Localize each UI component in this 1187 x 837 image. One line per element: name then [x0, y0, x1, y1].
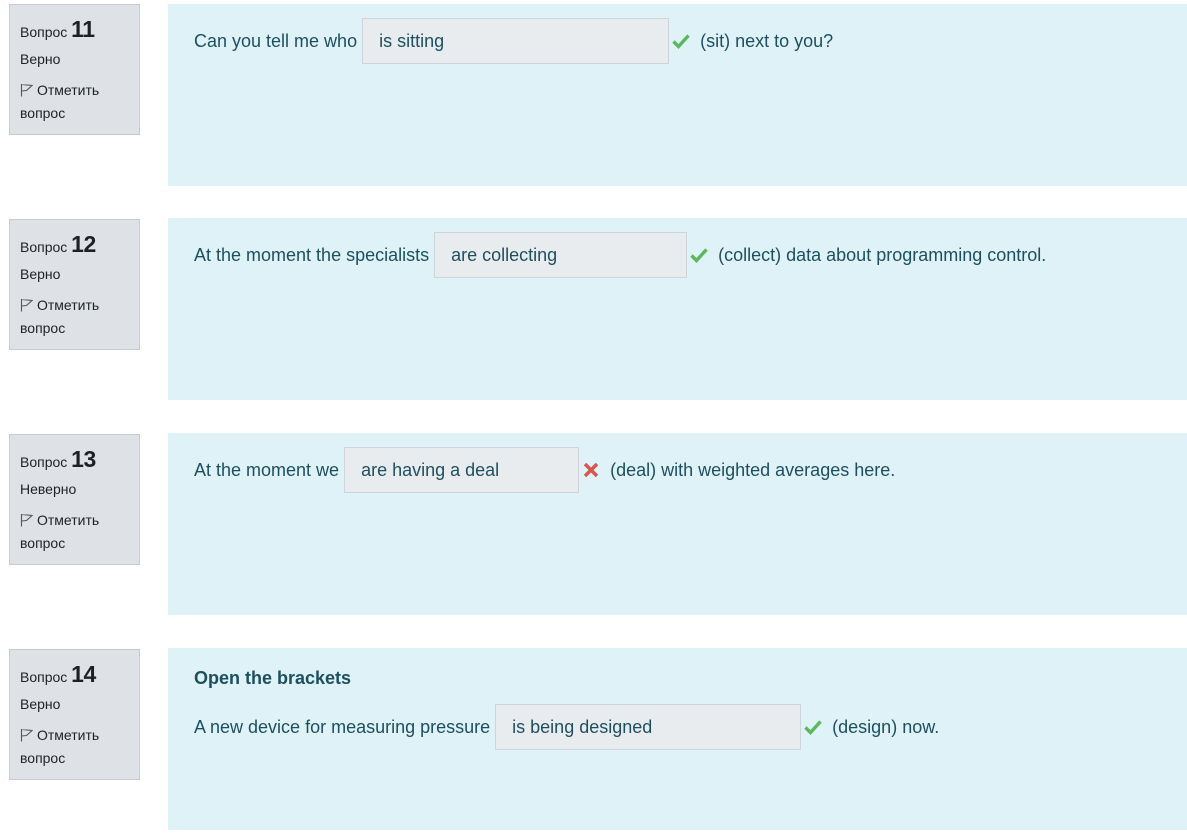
question-13: Вопрос 13 Неверно Отметить вопрос At the…: [0, 433, 1187, 616]
text-before: Can you tell me who: [194, 30, 358, 51]
question-number-value: 13: [71, 446, 96, 472]
question-state: Верно: [20, 696, 61, 712]
question-label: Вопрос: [20, 239, 68, 255]
flag-icon: [20, 296, 34, 312]
question-text: At the moment we are having a deal (deal…: [194, 447, 1187, 493]
question-info: Вопрос 13 Неверно Отметить вопрос: [9, 434, 140, 565]
text-before: A new device for measuring pressure: [194, 716, 491, 737]
question-state: Неверно: [20, 481, 77, 497]
question-text: Can you tell me who is sitting (sit) nex…: [194, 18, 1187, 64]
flag-icon: [20, 726, 34, 742]
check-icon: [671, 31, 691, 51]
question-info: Вопрос 12 Верно Отметить вопрос: [9, 219, 140, 350]
question-label: Вопрос: [20, 669, 68, 685]
question-info: Вопрос 14 Верно Отметить вопрос: [9, 649, 140, 780]
question-text: A new device for measuring pressure is b…: [194, 704, 1187, 750]
check-icon: [803, 717, 823, 737]
question-heading: Open the brackets: [194, 668, 352, 688]
question-text: At the moment the specialists are collec…: [194, 232, 1187, 278]
question-number-value: 14: [71, 661, 96, 687]
question-info: Вопрос 11 Верно Отметить вопрос: [9, 4, 140, 135]
cross-icon: [581, 460, 601, 480]
question-label: Вопрос: [20, 454, 68, 470]
answer-input[interactable]: is sitting: [362, 18, 670, 64]
flag-icon: [20, 511, 34, 527]
question-number: Вопрос 14: [20, 658, 129, 692]
question-state: Верно: [20, 51, 61, 67]
question-state: Верно: [20, 266, 61, 282]
question-content: At the moment we are having a deal (deal…: [168, 433, 1187, 615]
answer-input[interactable]: are having a deal: [344, 447, 580, 493]
question-12: Вопрос 12 Верно Отметить вопрос At the m…: [0, 218, 1187, 401]
answer-input[interactable]: are collecting: [434, 232, 688, 278]
question-number: Вопрос 13: [20, 443, 129, 477]
question-14: Вопрос 14 Верно Отметить вопрос Open the…: [0, 648, 1187, 831]
flag-question-link[interactable]: Отметить вопрос: [20, 509, 129, 555]
answer-input[interactable]: is being designed: [495, 704, 802, 750]
flag-question-link[interactable]: Отметить вопрос: [20, 724, 129, 770]
flag-icon: [20, 81, 34, 97]
text-after: (collect) data about programming control…: [718, 244, 1047, 265]
text-before: At the moment the specialists: [194, 244, 430, 265]
question-label: Вопрос: [20, 24, 68, 40]
text-after: (design) now.: [832, 716, 940, 737]
question-number-value: 11: [71, 16, 95, 42]
question-content: At the moment the specialists are collec…: [168, 218, 1187, 400]
check-icon: [689, 245, 709, 265]
text-before: At the moment we: [194, 459, 340, 480]
question-number: Вопрос 12: [20, 228, 129, 262]
text-after: (sit) next to you?: [700, 30, 834, 51]
flag-question-link[interactable]: Отметить вопрос: [20, 294, 129, 340]
question-11: Вопрос 11 Верно Отметить вопрос Can you …: [0, 4, 1187, 186]
question-number: Вопрос 11: [20, 13, 129, 47]
question-content: Can you tell me who is sitting (sit) nex…: [168, 4, 1187, 186]
question-content: Open the brackets A new device for measu…: [168, 648, 1187, 830]
question-number-value: 12: [71, 231, 96, 257]
text-after: (deal) with weighted averages here.: [610, 459, 896, 480]
flag-question-link[interactable]: Отметить вопрос: [20, 79, 129, 125]
